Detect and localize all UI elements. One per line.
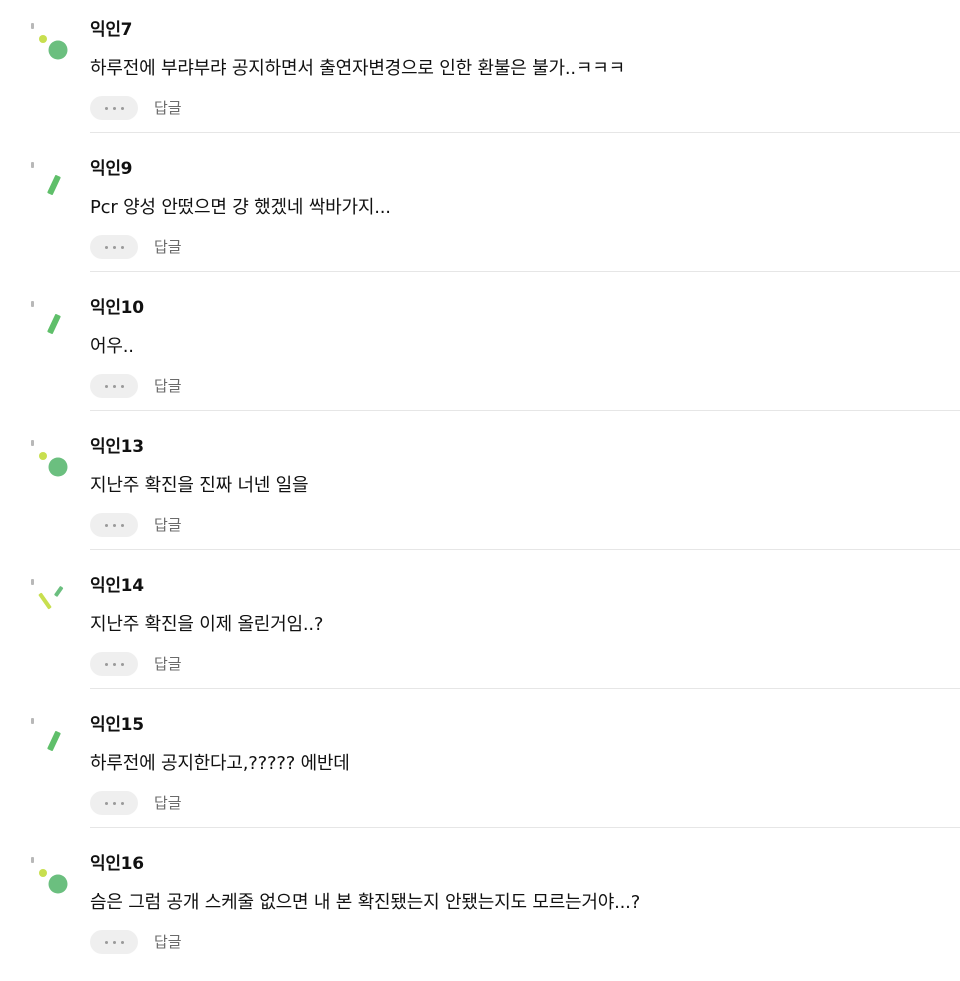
reply-button[interactable]: 답글	[154, 236, 182, 258]
dots-circle-avatar-icon[interactable]	[26, 433, 76, 483]
dot-icon	[120, 523, 124, 527]
comment-item: 익인7 하루전에 부랴부랴 공지하면서 출연자변경으로 인한 환불은 불가..ㅋ…	[0, 8, 960, 147]
dot-icon	[112, 106, 116, 110]
comment-item: 익인14 지난주 확진을 이제 올린거임..? 답글	[0, 564, 960, 703]
dot-icon	[120, 801, 124, 805]
comment-text: 어우..	[90, 336, 134, 357]
reply-button[interactable]: 답글	[154, 653, 182, 675]
comment-item: 익인9 Pcr 양성 안떴으면 걍 했겠네 싹바가지... 답글	[0, 147, 960, 286]
reply-button[interactable]: 답글	[154, 375, 182, 397]
comment-item: 익인13 지난주 확진을 진짜 너넨 일을 답글	[0, 425, 960, 564]
comment-nickname: 익인14	[90, 576, 144, 596]
dot-icon	[112, 940, 116, 944]
divider	[90, 688, 960, 689]
dot-icon	[120, 384, 124, 388]
dots-circle-avatar-icon[interactable]	[26, 16, 76, 66]
divider	[90, 827, 960, 828]
comment-item: 익인16 슴은 그럼 공개 스케줄 없으면 내 본 확진됐는지 안됐는지도 모르…	[0, 842, 960, 981]
more-options-button[interactable]	[90, 96, 138, 120]
green-stick-avatar-icon[interactable]	[26, 711, 76, 761]
reply-button[interactable]: 답글	[154, 514, 182, 536]
dot-icon	[104, 940, 108, 944]
comment-text: 하루전에 부랴부랴 공지하면서 출연자변경으로 인한 환불은 불가..ㅋㅋㅋ	[90, 58, 625, 79]
comment-nickname: 익인10	[90, 298, 144, 318]
comment-nickname: 익인16	[90, 854, 144, 874]
divider	[90, 410, 960, 411]
more-options-button[interactable]	[90, 930, 138, 954]
dot-icon	[120, 940, 124, 944]
dot-icon	[120, 662, 124, 666]
green-stick-avatar-icon[interactable]	[26, 155, 76, 205]
dot-icon	[120, 106, 124, 110]
dot-icon	[104, 523, 108, 527]
lime-sticks-avatar-icon[interactable]	[26, 572, 76, 622]
dot-icon	[104, 384, 108, 388]
dot-icon	[112, 662, 116, 666]
more-options-button[interactable]	[90, 791, 138, 815]
comment-item: 익인15 하루전에 공지한다고,????? 에반데 답글	[0, 703, 960, 842]
divider	[90, 549, 960, 550]
comment-text: 슴은 그럼 공개 스케줄 없으면 내 본 확진됐는지 안됐는지도 모르는거야..…	[90, 892, 641, 913]
comment-nickname: 익인15	[90, 715, 144, 735]
more-options-button[interactable]	[90, 513, 138, 537]
comment-nickname: 익인9	[90, 159, 133, 179]
dot-icon	[112, 801, 116, 805]
dot-icon	[104, 801, 108, 805]
dot-icon	[104, 662, 108, 666]
more-options-button[interactable]	[90, 652, 138, 676]
comment-nickname: 익인13	[90, 437, 144, 457]
comment-text: 하루전에 공지한다고,????? 에반데	[90, 753, 350, 774]
reply-button[interactable]: 답글	[154, 931, 182, 953]
divider	[90, 132, 960, 133]
dot-icon	[112, 245, 116, 249]
dot-icon	[120, 245, 124, 249]
divider	[90, 271, 960, 272]
comment-text: 지난주 확진을 진짜 너넨 일을	[90, 475, 309, 496]
comment-nickname: 익인7	[90, 20, 133, 40]
comment-item: 익인10 어우.. 답글	[0, 286, 960, 425]
dot-icon	[112, 523, 116, 527]
dot-icon	[112, 384, 116, 388]
reply-button[interactable]: 답글	[154, 792, 182, 814]
more-options-button[interactable]	[90, 235, 138, 259]
comment-text: 지난주 확진을 이제 올린거임..?	[90, 614, 324, 635]
dot-icon	[104, 106, 108, 110]
reply-button[interactable]: 답글	[154, 97, 182, 119]
more-options-button[interactable]	[90, 374, 138, 398]
comment-text: Pcr 양성 안떴으면 걍 했겠네 싹바가지...	[90, 197, 391, 218]
green-stick-avatar-icon[interactable]	[26, 294, 76, 344]
dot-icon	[104, 245, 108, 249]
dots-circle-avatar-icon[interactable]	[26, 850, 76, 900]
